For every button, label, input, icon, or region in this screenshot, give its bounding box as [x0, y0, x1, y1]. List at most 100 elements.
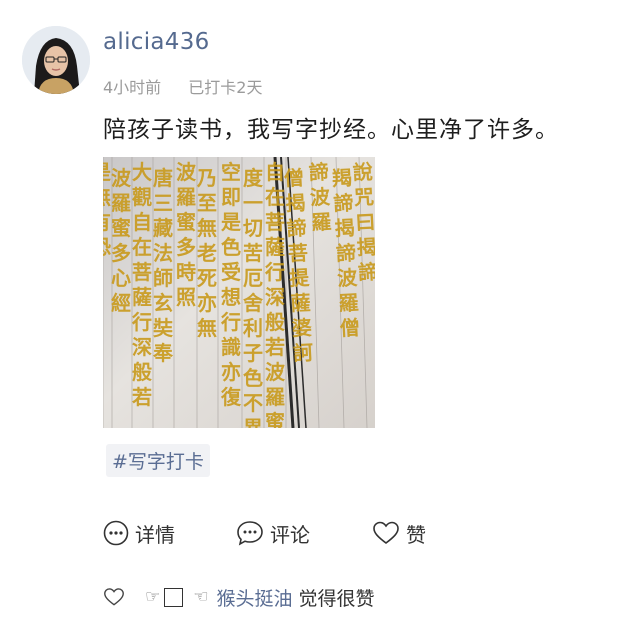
- post-photo[interactable]: 是無有恐波羅蜜多心經大觀自在菩薩行深般若唐三藏法師玄奘奉波羅蜜多時照乃至無老死亦…: [103, 157, 375, 428]
- calligraphy-character: 菩: [265, 210, 285, 234]
- calligraphy-character: 一: [243, 191, 263, 215]
- calligraphy-character: 若: [131, 385, 152, 409]
- likes-row: ☞ ☜ 猴头挺油 觉得很赞: [103, 583, 375, 611]
- calligraphy-column: 波羅蜜多時照: [176, 160, 197, 309]
- calligraphy-character: 自: [132, 210, 152, 234]
- calligraphy-character: 異: [243, 416, 263, 428]
- comment-button[interactable]: 评论: [236, 518, 310, 548]
- calligraphy-character: 奉: [152, 341, 174, 365]
- calligraphy-character: 玄: [153, 291, 173, 315]
- calligraphy-character: 羅: [311, 210, 332, 235]
- calligraphy-character: 僧: [283, 166, 304, 191]
- calligraphy-character: 揭: [334, 216, 355, 241]
- calligraphy-character: 多: [176, 235, 196, 259]
- calligraphy-character: 深: [132, 335, 152, 359]
- calligraphy-character: 經: [111, 291, 131, 315]
- calligraphy-character: 般: [265, 310, 285, 334]
- time-ago: 4小时前: [103, 78, 162, 97]
- calligraphy-character: 不: [243, 391, 263, 415]
- details-button[interactable]: 详情: [103, 518, 175, 548]
- calligraphy-character: 薩: [132, 285, 152, 309]
- calligraphy-character: 利: [243, 316, 263, 340]
- calligraphy-character: 在: [265, 185, 285, 209]
- box-icon: [164, 587, 184, 607]
- calligraphy-character: 波: [265, 360, 286, 384]
- calligraphy-character: 即: [221, 185, 241, 209]
- post-meta: 4小时前 已打卡2天: [103, 74, 262, 98]
- comment-label: 评论: [270, 522, 310, 547]
- calligraphy-column: 唐三藏法師玄奘奉: [152, 166, 174, 365]
- username[interactable]: alicia436: [103, 29, 210, 55]
- calligraphy-character: 波: [309, 185, 331, 210]
- calligraphy-character: 薩: [290, 290, 311, 315]
- avatar[interactable]: [22, 26, 90, 94]
- calligraphy-character: 想: [221, 285, 241, 309]
- calligraphy-character: 多: [111, 241, 131, 265]
- calligraphy-character: 有: [103, 210, 111, 234]
- calligraphy-character: 厄: [243, 266, 263, 290]
- calligraphy-character: 色: [221, 235, 241, 259]
- calligraphy-character: 空: [221, 160, 241, 184]
- calligraphy-character: 羅: [176, 185, 196, 209]
- calligraphy-character: 復: [220, 385, 242, 409]
- calligraphy-character: 羅: [338, 290, 359, 315]
- more-dots-icon: [103, 520, 129, 546]
- pointing-hand-icon: ☞: [145, 587, 161, 607]
- calligraphy-column: 波羅蜜多心經: [111, 166, 132, 315]
- calligraphy-character: 無: [197, 316, 217, 340]
- calligraphy-character: 色: [243, 366, 263, 390]
- calligraphy-character: 亦: [221, 360, 241, 384]
- calligraphy-character: 羯: [331, 166, 352, 191]
- likes-suffix: 觉得很赞: [298, 587, 375, 610]
- calligraphy-character: 般: [132, 360, 152, 384]
- calligraphy-character: 是: [103, 160, 111, 184]
- calligraphy-character: 薩: [265, 235, 285, 259]
- calligraphy-character: 行: [220, 310, 241, 334]
- calligraphy-character: 菩: [132, 260, 152, 284]
- calligraphy-character: 咒: [353, 185, 374, 210]
- calligraphy-character: 奘: [153, 316, 173, 340]
- liker-name[interactable]: 猴头挺油: [217, 584, 293, 611]
- pointing-hand-icon: ☜: [193, 587, 209, 607]
- calligraphy-character: 在: [132, 235, 152, 259]
- calligraphy-character: 觀: [132, 185, 152, 209]
- calligraphy-character: 波: [111, 166, 132, 190]
- calligraphy-character: 恐: [103, 235, 111, 259]
- heart-icon: [373, 521, 399, 545]
- calligraphy-column: 度一切苦厄舍利子色不異空: [243, 166, 264, 428]
- calligraphy-character: 說: [352, 160, 373, 185]
- calligraphy-character: 波: [337, 265, 359, 290]
- calligraphy-character: 提: [289, 265, 311, 290]
- post-text: 陪孩子读书，我写字抄经。心里净了许多。: [103, 117, 559, 143]
- hashtag[interactable]: #写字打卡: [106, 444, 210, 477]
- calligraphy-character: 時: [176, 260, 196, 284]
- calligraphy-character: 諦: [333, 191, 354, 216]
- calligraphy-character: 諦: [357, 260, 375, 285]
- calligraphy-character: 蜜: [111, 216, 131, 240]
- calligraphy-character: 受: [221, 260, 241, 284]
- calligraphy-character: 僧: [339, 315, 360, 340]
- calligraphy-column: 是無有恐: [103, 160, 111, 259]
- calligraphy-character: 諦: [308, 160, 329, 185]
- calligraphy-column: 空即是色受想行識亦復: [220, 160, 242, 409]
- like-button[interactable]: 赞: [372, 518, 426, 548]
- calligraphy-character: 切: [243, 216, 263, 240]
- calligraphy-character: 舍: [243, 291, 264, 315]
- calligraphy-column: 自在菩薩行深般若波羅蜜多: [264, 160, 286, 428]
- heart-icon: [104, 588, 124, 606]
- calligraphy-column: 乃至無老死亦無: [196, 166, 217, 340]
- calligraphy-character: 訶: [293, 340, 314, 365]
- calligraphy-character: 行: [264, 260, 285, 284]
- calligraphy-character: 法: [153, 241, 173, 265]
- details-label: 详情: [135, 522, 175, 547]
- calligraphy-character: 諦: [286, 216, 307, 241]
- calligraphy-character: 菩: [287, 241, 308, 266]
- calligraphy-character: 無: [103, 185, 111, 209]
- calligraphy-character: 婆: [291, 315, 312, 340]
- calligraphy-character: 三: [153, 191, 173, 215]
- calligraphy-character: 子: [243, 341, 263, 365]
- calligraphy-character: 深: [265, 285, 285, 309]
- calligraphy-character: 自: [265, 160, 285, 184]
- calligraphy-character: 蜜: [176, 210, 196, 234]
- calligraphy-character: 藏: [153, 216, 173, 240]
